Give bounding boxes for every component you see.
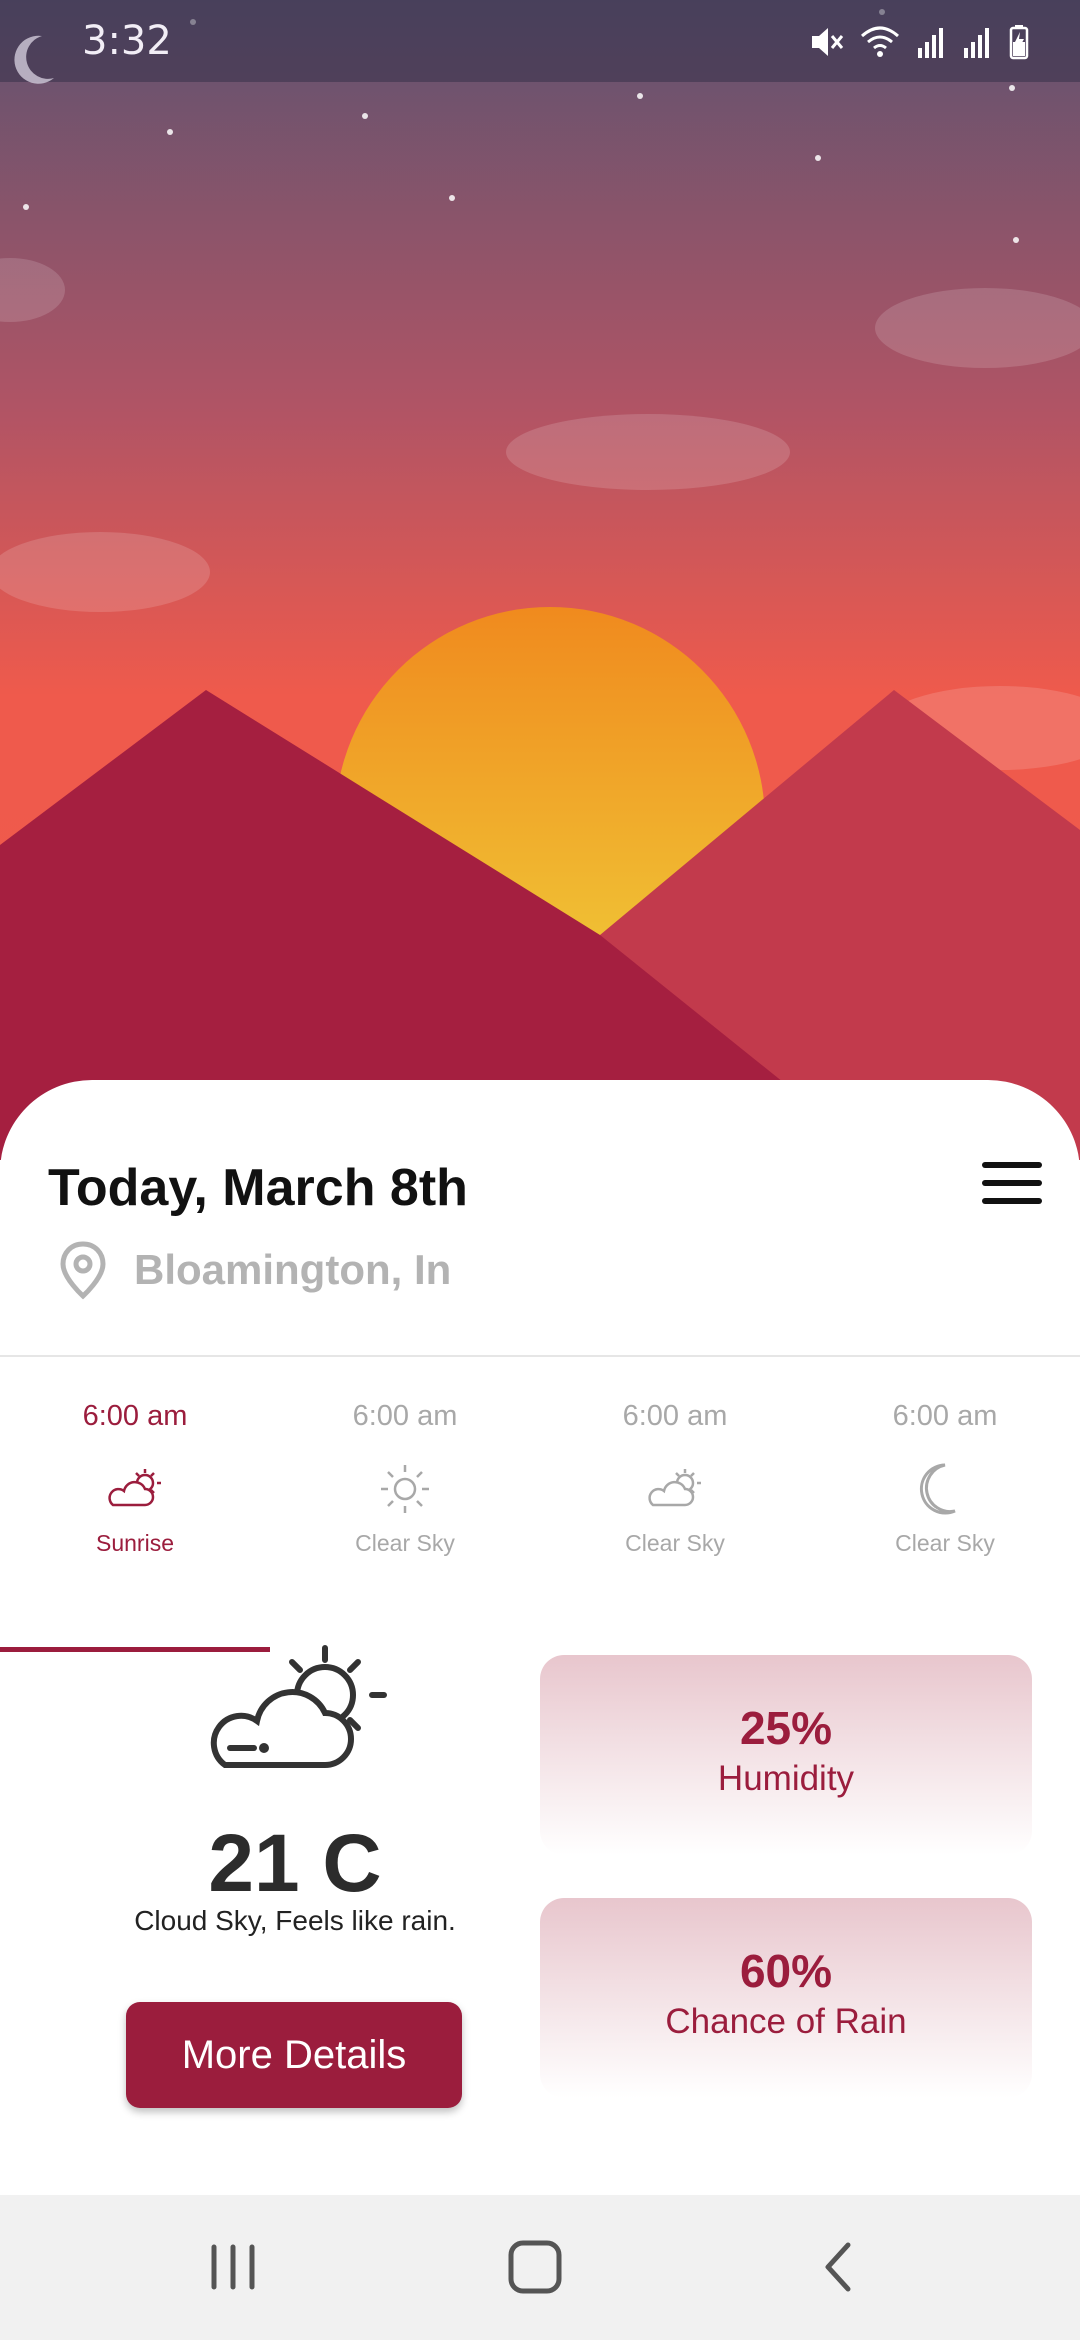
sunset-illustration bbox=[0, 0, 1080, 1160]
divider bbox=[0, 1355, 1080, 1357]
time-tabs: 6:00 am Sunrise 6:00 am Clear Sky 6:00 a… bbox=[0, 1400, 1080, 1655]
wifi-icon bbox=[861, 26, 899, 57]
humidity-value: 25% bbox=[739, 1702, 833, 1754]
hamburger-menu-icon[interactable] bbox=[982, 1162, 1042, 1210]
mute-icon bbox=[812, 28, 844, 56]
back-icon[interactable] bbox=[804, 2237, 874, 2297]
location-pin-icon bbox=[60, 1241, 106, 1300]
tab-sunrise[interactable]: 6:00 am Sunrise bbox=[0, 1400, 270, 1655]
status-time: 3:32 bbox=[82, 18, 172, 64]
weather-description: Cloud Sky, Feels like rain. bbox=[134, 1905, 456, 1936]
weather-sheet: Today, March 8th Bloamington, In 6:00 am bbox=[0, 1080, 1080, 2195]
cloud-sun-icon bbox=[210, 1645, 387, 1768]
rain-chance-value: 60% bbox=[739, 1945, 833, 1997]
location-row: Bloamington, In bbox=[58, 1240, 451, 1300]
cloud-sun-icon bbox=[648, 1469, 701, 1507]
signal-icon bbox=[918, 28, 943, 58]
tab-time: 6:00 am bbox=[352, 1400, 458, 1432]
battery-charging-icon bbox=[1009, 25, 1029, 60]
tab-clear-sky-1[interactable]: 6:00 am Clear Sky bbox=[270, 1400, 540, 1655]
rain-chance-card: 60% Chance of Rain bbox=[540, 1898, 1032, 2098]
temperature: 21 C bbox=[208, 1818, 382, 1909]
date-title: Today, March 8th bbox=[48, 1159, 468, 1217]
navigation-bar bbox=[0, 2195, 1080, 2340]
tab-label: Clear Sky bbox=[625, 1530, 725, 1556]
status-bar: 3:32 bbox=[0, 0, 1080, 84]
location-text: Bloamington, In bbox=[134, 1246, 452, 1293]
tab-time: 6:00 am bbox=[82, 1400, 188, 1432]
cloud-sun-icon bbox=[108, 1469, 161, 1507]
tab-clear-sky-3[interactable]: 6:00 am Clear Sky bbox=[810, 1400, 1080, 1655]
tab-label: Clear Sky bbox=[895, 1530, 995, 1556]
tab-clear-sky-2[interactable]: 6:00 am Clear Sky bbox=[540, 1400, 810, 1655]
tab-time: 6:00 am bbox=[892, 1400, 998, 1432]
tab-time: 6:00 am bbox=[622, 1400, 728, 1432]
tab-label: Clear Sky bbox=[355, 1530, 455, 1556]
signal-icon bbox=[964, 28, 989, 58]
rain-chance-label: Chance of Rain bbox=[665, 2002, 907, 2041]
tab-label: Sunrise bbox=[96, 1530, 174, 1556]
more-details-button[interactable]: More Details bbox=[126, 2002, 462, 2108]
moon-icon bbox=[919, 1463, 956, 1515]
home-icon[interactable] bbox=[500, 2237, 570, 2297]
sun-icon bbox=[381, 1465, 429, 1513]
humidity-label: Humidity bbox=[717, 1759, 855, 1798]
moon-icon bbox=[14, 35, 54, 84]
recent-apps-icon[interactable] bbox=[198, 2237, 268, 2297]
humidity-card: 25% Humidity bbox=[540, 1655, 1032, 1855]
